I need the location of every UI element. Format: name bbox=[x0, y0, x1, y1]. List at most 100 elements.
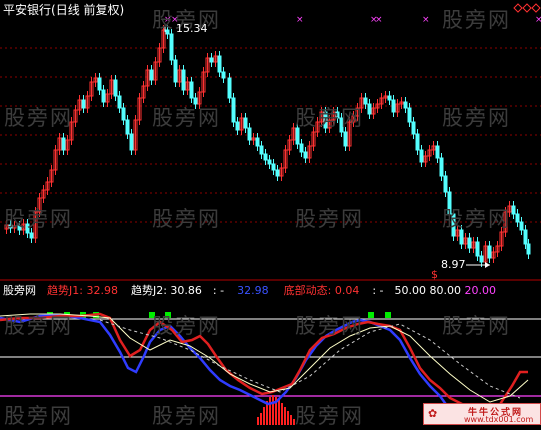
candle-body bbox=[367, 103, 372, 115]
candle-body bbox=[227, 77, 232, 99]
candle-body bbox=[113, 79, 118, 97]
colon-label: : bbox=[372, 284, 377, 297]
candle-body bbox=[247, 127, 252, 141]
candle-body bbox=[173, 59, 178, 83]
candle-body bbox=[271, 163, 276, 171]
x-marker: × bbox=[535, 15, 541, 25]
candle-body bbox=[189, 81, 194, 99]
watermark: 股旁网 bbox=[4, 207, 73, 231]
candle-body bbox=[299, 143, 304, 153]
candle-body bbox=[267, 159, 272, 165]
candle-body bbox=[487, 245, 492, 259]
candle-body bbox=[415, 133, 420, 151]
candle-body bbox=[217, 55, 222, 73]
candle-body bbox=[255, 137, 260, 147]
watermark: 股旁网 bbox=[4, 404, 73, 428]
candle-body bbox=[511, 205, 516, 215]
candle-body bbox=[235, 121, 240, 131]
x-marker: × bbox=[375, 15, 383, 25]
candle-body bbox=[523, 229, 528, 245]
candle-body bbox=[467, 237, 472, 249]
candle-body bbox=[443, 175, 448, 193]
watermark: 股旁网 bbox=[295, 207, 364, 231]
candle-body bbox=[475, 241, 480, 257]
high-price-label: 15.34 bbox=[176, 22, 208, 35]
candle-body bbox=[61, 137, 66, 151]
signal-square bbox=[368, 312, 374, 318]
watermark: 股旁网 bbox=[152, 404, 221, 428]
candle-body bbox=[221, 71, 226, 79]
j2-label: 趋势J2: bbox=[130, 284, 167, 297]
x-marker: × bbox=[296, 15, 304, 25]
candle-body bbox=[29, 232, 34, 239]
candle-body bbox=[419, 149, 424, 163]
candle-body bbox=[515, 213, 520, 223]
dash-label: - bbox=[220, 284, 225, 297]
low-price-label: 8.97 bbox=[441, 258, 466, 271]
bottom-dynamic-label: 底部动态: bbox=[283, 284, 332, 297]
candle-body bbox=[387, 95, 392, 101]
candle-body bbox=[209, 57, 214, 63]
low-marker: $ bbox=[431, 268, 438, 281]
candle-body bbox=[259, 145, 264, 155]
watermark: 股旁网 bbox=[295, 106, 364, 130]
candle-body bbox=[97, 77, 102, 91]
period-label: (日线 前复权) bbox=[51, 3, 125, 17]
site-stamp: ✿ 牛牛公式网 www.tdx001.com bbox=[423, 403, 541, 425]
candle-body bbox=[435, 145, 440, 159]
signal-square bbox=[385, 312, 391, 318]
j2-suffix: : bbox=[212, 284, 217, 297]
candle-body bbox=[526, 243, 531, 255]
bottom-dynamic-value: 0.04 bbox=[334, 284, 360, 297]
candle-body bbox=[243, 117, 248, 129]
watermark: 股旁网 bbox=[295, 404, 364, 428]
candle-body bbox=[263, 153, 268, 161]
watermark: 股旁网 bbox=[4, 314, 73, 338]
watermark: 股旁网 bbox=[442, 8, 511, 32]
watermark: 股旁网 bbox=[295, 314, 364, 338]
level-80: 80.00 bbox=[429, 284, 462, 297]
candle-body bbox=[129, 133, 134, 151]
diamond-marker bbox=[531, 3, 541, 13]
diamond-marker bbox=[513, 3, 523, 13]
diamond-marker bbox=[522, 3, 532, 13]
candle-body bbox=[411, 121, 416, 135]
j1-value: 32.98 bbox=[86, 284, 118, 297]
candle-body bbox=[343, 131, 348, 147]
indicator-header: 股旁网 趋势J1: 32.98 趋势J2: 30.86 : - 32.98 底部… bbox=[3, 284, 496, 297]
stock-title: 平安银行(日线 前复权) bbox=[3, 4, 124, 17]
watermark: 股旁网 bbox=[442, 314, 511, 338]
stock-name: 平安银行 bbox=[3, 3, 52, 17]
candle-body bbox=[81, 99, 86, 109]
candle-body bbox=[169, 33, 174, 61]
candle-body bbox=[125, 119, 130, 135]
j2-value: 30.86 bbox=[170, 284, 202, 297]
watermark: 股旁网 bbox=[152, 207, 221, 231]
candle-body bbox=[439, 157, 444, 177]
candle-body bbox=[101, 89, 106, 103]
watermark: 股旁网 bbox=[152, 314, 221, 338]
candle-body bbox=[231, 97, 236, 123]
candle-body bbox=[363, 97, 368, 105]
level-50: 50.00 bbox=[394, 284, 427, 297]
candle-body bbox=[121, 107, 126, 121]
dash2-label: - bbox=[379, 284, 384, 297]
candle-body bbox=[303, 151, 308, 159]
watermark: 股旁网 bbox=[442, 106, 511, 130]
watermark: 股旁网 bbox=[442, 207, 511, 231]
blue-value: 32.98 bbox=[237, 284, 269, 297]
stamp-logo-icon: ✿ bbox=[428, 407, 438, 420]
level-20: 20.00 bbox=[464, 284, 497, 297]
site-label: 股旁网 bbox=[3, 284, 36, 297]
j1-label: 趋势J1: bbox=[47, 284, 83, 297]
candle-body bbox=[407, 107, 412, 123]
candle-body bbox=[391, 99, 396, 113]
candle-body bbox=[181, 69, 186, 91]
candle-body bbox=[479, 255, 484, 263]
watermark: 股旁网 bbox=[152, 106, 221, 130]
x-marker: × bbox=[422, 15, 430, 25]
candle-body bbox=[149, 69, 154, 81]
candle-body bbox=[117, 95, 122, 109]
candle-body bbox=[275, 169, 280, 177]
candle-body bbox=[519, 221, 524, 231]
